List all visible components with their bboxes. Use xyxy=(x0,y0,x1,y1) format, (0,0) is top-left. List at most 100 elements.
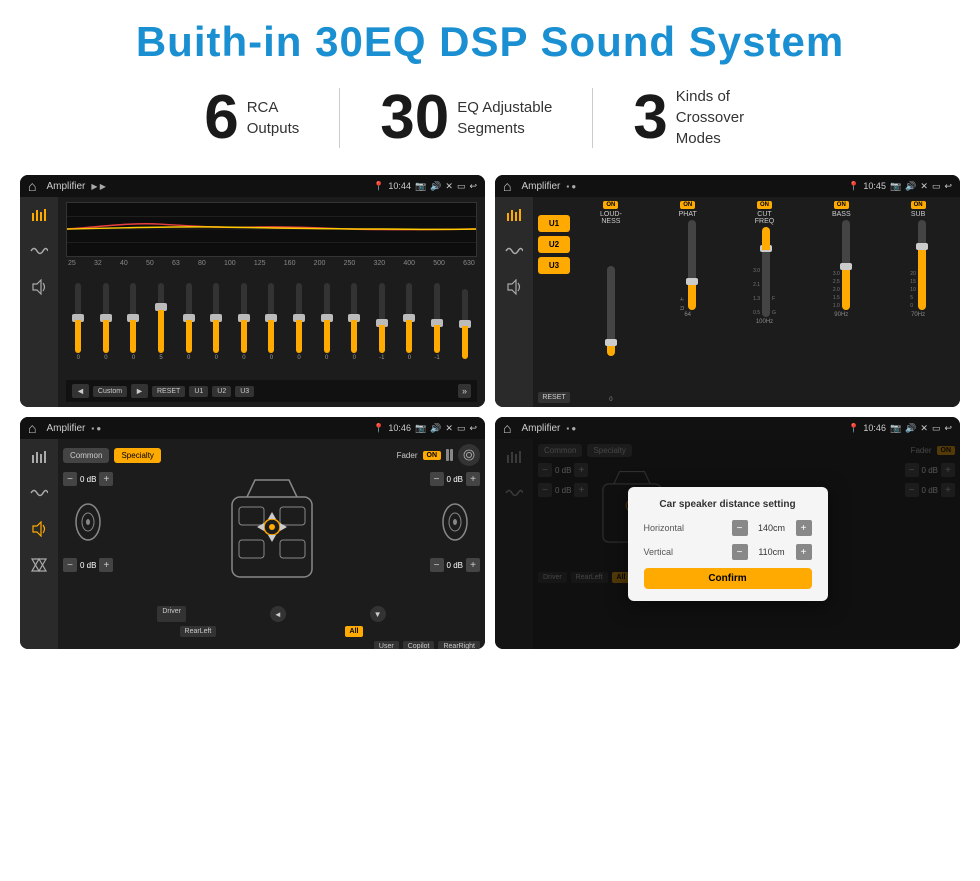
xover-back-icon: ↩ xyxy=(944,181,952,192)
xover-rect-icon: ▭ xyxy=(932,181,941,192)
fader-settings-icon[interactable] xyxy=(458,444,480,466)
eq-slider-14[interactable]: -1 xyxy=(434,283,440,361)
eq-slider-3[interactable]: 0 xyxy=(130,283,136,361)
eq-prev-btn[interactable]: ◄ xyxy=(72,384,89,398)
fader-left-top-val: 0 dB xyxy=(80,475,96,484)
xover-controls-area: ON LOUD-NESS 0 ON PHAT G F xyxy=(574,201,955,403)
dialog-horizontal-label: Horizontal xyxy=(644,523,685,533)
fader-back-icon: ↩ xyxy=(469,423,477,434)
fader-status-icons: 📍 10:46 📷 🔊 ✕ ▭ ↩ xyxy=(373,423,477,434)
fader-sidebar-arrow-icon[interactable] xyxy=(27,555,51,575)
fader-driver-btn[interactable]: Driver xyxy=(157,606,186,622)
xover-cutfreq-label: CUTFREQ xyxy=(755,211,774,225)
eq-slider-13[interactable]: 0 xyxy=(406,283,412,361)
fader-right-top-minus[interactable]: − xyxy=(430,472,444,486)
xover-phat-on[interactable]: ON xyxy=(680,201,695,209)
xover-cutfreq-on[interactable]: ON xyxy=(757,201,772,209)
eq-time: 10:44 xyxy=(388,181,411,191)
fader-right-bottom-db: − 0 dB + xyxy=(430,558,480,572)
xover-u1-btn[interactable]: U1 xyxy=(538,215,570,232)
eq-slider-2[interactable]: 0 xyxy=(103,283,109,361)
fader-status-bar: ⌂ Amplifier ▪ ● 📍 10:46 📷 🔊 ✕ ▭ ↩ xyxy=(20,417,485,439)
xover-sub-channel: ON SUB 20151050 70Hz xyxy=(881,201,955,403)
fader-on-btn[interactable]: ON xyxy=(423,451,442,460)
xover-u2-btn[interactable]: U2 xyxy=(538,236,570,253)
fader-left-arrow[interactable]: ◄ xyxy=(270,606,286,622)
xover-sidebar-wave-icon[interactable] xyxy=(502,241,526,261)
eq-slider-11[interactable]: 0 xyxy=(351,283,357,361)
fader-rect-icon: ▭ xyxy=(457,423,466,434)
fader-copilot-btn[interactable]: Copilot xyxy=(403,641,435,649)
eq-reset-btn[interactable]: RESET xyxy=(152,386,185,397)
fader-top-row: Common Specialty Fader ON xyxy=(63,444,480,466)
eq-slider-12[interactable]: -1 xyxy=(379,283,385,361)
eq-sidebar-eq-icon[interactable] xyxy=(27,205,51,225)
xover-u3-btn[interactable]: U3 xyxy=(538,257,570,274)
dialog-horizontal-minus[interactable]: − xyxy=(732,520,748,536)
eq-expand-btn[interactable]: » xyxy=(458,384,471,398)
xover-status-icons: 📍 10:45 📷 🔊 ✕ ▭ ↩ xyxy=(848,181,952,192)
eq-next-btn[interactable]: ► xyxy=(131,384,148,398)
fader-right-bottom-plus[interactable]: + xyxy=(466,558,480,572)
fader-bottom-btns-2: RearLeft All xyxy=(117,626,425,637)
fader-app-name: Amplifier xyxy=(46,423,85,434)
fader-right-top-plus[interactable]: + xyxy=(466,472,480,486)
fader-rec-icon: ▪ ● xyxy=(91,424,101,433)
fader-left-top-minus[interactable]: − xyxy=(63,472,77,486)
fader-sidebar-eq-icon[interactable] xyxy=(27,447,51,467)
dist-status-icons: 📍 10:46 📷 🔊 ✕ ▭ ↩ xyxy=(848,423,952,434)
eq-vol-icon: 🔊 xyxy=(430,181,441,192)
eq-u3-btn[interactable]: U3 xyxy=(235,386,254,397)
fader-rearright-btn[interactable]: RearRight xyxy=(438,641,480,649)
xover-reset-btn[interactable]: RESET xyxy=(538,392,570,403)
xover-loudness-label: LOUD-NESS xyxy=(600,211,622,225)
fader-right-col: − 0 dB + − xyxy=(430,472,480,572)
fader-left-bottom-plus[interactable]: + xyxy=(99,558,113,572)
fader-left-bottom-minus[interactable]: − xyxy=(63,558,77,572)
eq-slider-5[interactable]: 0 xyxy=(186,283,192,361)
eq-sidebar-wave-icon[interactable] xyxy=(27,241,51,261)
fader-left-top-plus[interactable]: + xyxy=(99,472,113,486)
fader-screen-content: Common Specialty Fader ON xyxy=(20,439,485,649)
dialog-vertical-minus[interactable]: − xyxy=(732,544,748,560)
dialog-horizontal-plus[interactable]: + xyxy=(796,520,812,536)
eq-sidebar-speaker-icon[interactable] xyxy=(27,277,51,297)
eq-u2-btn[interactable]: U2 xyxy=(212,386,231,397)
eq-screen-card: ⌂ Amplifier ▶ ▶ 📍 10:44 📷 🔊 ✕ ▭ ↩ xyxy=(20,175,485,407)
eq-slider-15[interactable] xyxy=(462,289,468,361)
xover-loudness-on[interactable]: ON xyxy=(603,201,618,209)
fader-all-btn[interactable]: All xyxy=(345,626,364,637)
xover-sidebar-speaker-icon[interactable] xyxy=(502,277,526,297)
dialog-horizontal-control: − 140cm + xyxy=(732,520,812,536)
eq-slider-1[interactable]: 0 xyxy=(75,283,81,361)
fader-left-sidebar xyxy=(20,439,58,649)
fader-rearleft-btn[interactable]: RearLeft xyxy=(180,626,217,637)
eq-play-icon: ▶ ▶ xyxy=(91,182,106,191)
eq-slider-10[interactable]: 0 xyxy=(324,283,330,361)
dialog-vertical-plus[interactable]: + xyxy=(796,544,812,560)
eq-slider-9[interactable]: 0 xyxy=(296,283,302,361)
fader-down-arrow[interactable]: ▼ xyxy=(370,606,386,622)
eq-slider-4[interactable]: 5 xyxy=(158,283,164,361)
eq-u1-btn[interactable]: U1 xyxy=(189,386,208,397)
xover-bass-on[interactable]: ON xyxy=(834,201,849,209)
fader-right-bottom-minus[interactable]: − xyxy=(430,558,444,572)
fader-sidebar-speaker-icon[interactable] xyxy=(27,519,51,539)
eq-slider-7[interactable]: 0 xyxy=(241,283,247,361)
xover-left-sidebar xyxy=(495,197,533,407)
fader-screen-card: ⌂ Amplifier ▪ ● 📍 10:46 📷 🔊 ✕ ▭ ↩ xyxy=(20,417,485,649)
eq-status-icons: 📍 10:44 📷 🔊 ✕ ▭ ↩ xyxy=(373,181,477,192)
xover-sidebar-eq-icon[interactable] xyxy=(502,205,526,225)
fader-user-btn[interactable]: User xyxy=(374,641,399,649)
xover-status-bar: ⌂ Amplifier ▪ ● 📍 10:45 📷 🔊 ✕ ▭ ↩ xyxy=(495,175,960,197)
fader-specialty-tab[interactable]: Specialty xyxy=(114,448,160,463)
xover-sub-on[interactable]: ON xyxy=(911,201,926,209)
eq-slider-6[interactable]: 0 xyxy=(213,283,219,361)
eq-slider-8[interactable]: 0 xyxy=(268,283,274,361)
stat-crossover-number: 3 xyxy=(633,87,667,149)
fader-left-top-db: − 0 dB + xyxy=(63,472,113,486)
fader-common-tab[interactable]: Common xyxy=(63,448,109,463)
dialog-confirm-button[interactable]: Confirm xyxy=(644,568,812,589)
fader-sidebar-wave-icon[interactable] xyxy=(27,483,51,503)
dist-vol-icon: 🔊 xyxy=(905,423,916,434)
